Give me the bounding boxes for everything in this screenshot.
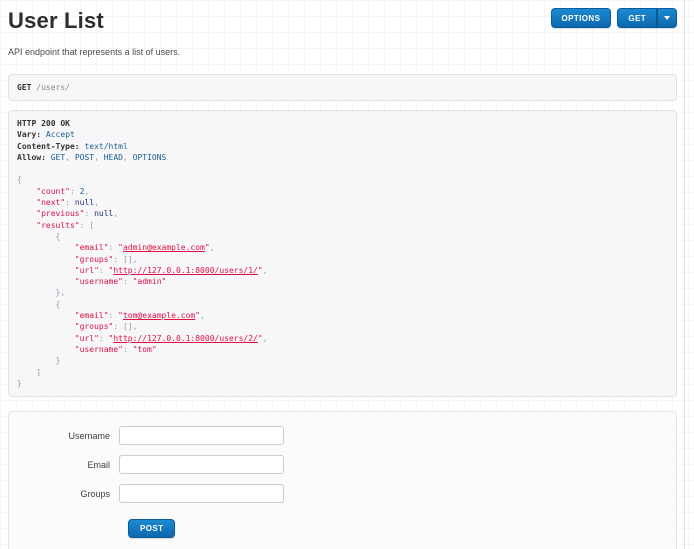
response-token: : [], <box>113 255 137 264</box>
response-token: { <box>17 175 22 184</box>
caret-down-icon <box>664 16 670 20</box>
response-token: : <box>123 345 133 354</box>
response-token: , <box>94 153 104 162</box>
response-token: : <box>65 198 75 207</box>
response-token: GET <box>51 153 65 162</box>
response-panel: HTTP 200 OK Vary: Accept Content-Type: t… <box>8 110 677 397</box>
get-split-button: GET <box>617 8 677 28</box>
response-token: }, <box>17 288 65 297</box>
submit-spacer <box>9 519 128 538</box>
response-token: , <box>94 198 99 207</box>
response-token: : <box>84 209 94 218</box>
response-token: "url" <box>75 334 99 343</box>
response-token <box>17 198 36 207</box>
response-token: Vary: <box>17 130 41 139</box>
response-token: : [ <box>80 221 94 230</box>
response-token: HEAD <box>104 153 123 162</box>
response-token: "next" <box>36 198 65 207</box>
response-token: : <box>70 187 80 196</box>
response-token: , <box>263 334 268 343</box>
response-token: : <box>109 311 119 320</box>
response-token: "email" <box>75 243 109 252</box>
response-token: , <box>113 209 118 218</box>
response-token <box>17 209 36 218</box>
response-token <box>17 334 75 343</box>
response-token: HTTP 200 OK <box>17 119 70 128</box>
response-token: , <box>65 153 75 162</box>
response-token: : <box>123 277 133 286</box>
response-token: } <box>17 356 60 365</box>
response-token <box>17 311 75 320</box>
response-link[interactable]: http://127.0.0.1:8000/users/2/ <box>113 334 258 343</box>
response-token: { <box>17 300 60 309</box>
response-token: "tom" <box>133 345 157 354</box>
response-token: "previous" <box>36 209 84 218</box>
response-token: , <box>263 266 268 275</box>
create-user-form: Username Email Groups POST <box>8 411 677 549</box>
response-token <box>17 221 36 230</box>
response-token: ] <box>17 368 41 377</box>
response-token: , <box>123 153 133 162</box>
response-token: , <box>84 187 89 196</box>
response-token: "count" <box>36 187 70 196</box>
response-token: Allow: <box>17 153 46 162</box>
response-token: OPTIONS <box>133 153 167 162</box>
response-token: { <box>17 232 60 241</box>
response-link[interactable]: http://127.0.0.1:8000/users/1/ <box>113 266 258 275</box>
endpoint-description: API endpoint that represents a list of u… <box>8 47 677 57</box>
request-method: GET <box>17 83 31 92</box>
response-token: "email" <box>75 311 109 320</box>
form-row-email: Email <box>9 455 676 474</box>
response-link[interactable]: admin@example.com <box>123 243 205 252</box>
response-token: Content-Type: <box>17 142 80 151</box>
request-toolbar: OPTIONS GET <box>551 6 677 28</box>
response-token: "admin" <box>133 277 167 286</box>
request-path: /users/ <box>31 83 70 92</box>
response-token: "username" <box>75 345 123 354</box>
response-token: : [], <box>113 322 137 331</box>
username-field[interactable] <box>119 426 284 445</box>
response-token: , <box>210 243 215 252</box>
response-token: } <box>17 379 22 388</box>
form-row-username: Username <box>9 426 676 445</box>
groups-label: Groups <box>9 489 119 499</box>
response-token <box>17 255 75 264</box>
response-token: "groups" <box>75 322 114 331</box>
request-line: GET /users/ <box>8 74 677 101</box>
page-header: User List OPTIONS GET <box>8 6 677 34</box>
response-token: : <box>99 334 109 343</box>
page-title: User List <box>8 6 104 34</box>
response-token: text/html <box>84 142 127 151</box>
response-token: , <box>200 311 205 320</box>
response-token: "username" <box>75 277 123 286</box>
form-row-groups: Groups <box>9 484 676 503</box>
response-token <box>17 345 75 354</box>
response-token: Accept <box>46 130 75 139</box>
response-token: null <box>75 198 94 207</box>
response-body: HTTP 200 OK Vary: Accept Content-Type: t… <box>17 118 668 389</box>
response-token <box>17 187 36 196</box>
get-format-dropdown-button[interactable] <box>657 8 677 28</box>
groups-field[interactable] <box>119 484 284 503</box>
response-token: "results" <box>36 221 79 230</box>
response-link[interactable]: tom@example.com <box>123 311 195 320</box>
response-token: POST <box>75 153 94 162</box>
response-token <box>17 243 75 252</box>
post-button[interactable]: POST <box>128 519 175 538</box>
response-token <box>17 266 75 275</box>
response-token <box>17 322 75 331</box>
main-container: User List OPTIONS GET API endpoint that … <box>0 0 694 549</box>
email-label: Email <box>9 460 119 470</box>
email-field[interactable] <box>119 455 284 474</box>
response-token <box>17 277 75 286</box>
submit-row: POST <box>9 519 676 538</box>
get-button[interactable]: GET <box>617 8 657 28</box>
response-token: : <box>99 266 109 275</box>
response-token: "url" <box>75 266 99 275</box>
response-token: null <box>94 209 113 218</box>
options-button[interactable]: OPTIONS <box>551 8 612 28</box>
response-token: : <box>109 243 119 252</box>
response-token: "groups" <box>75 255 114 264</box>
username-label: Username <box>9 431 119 441</box>
